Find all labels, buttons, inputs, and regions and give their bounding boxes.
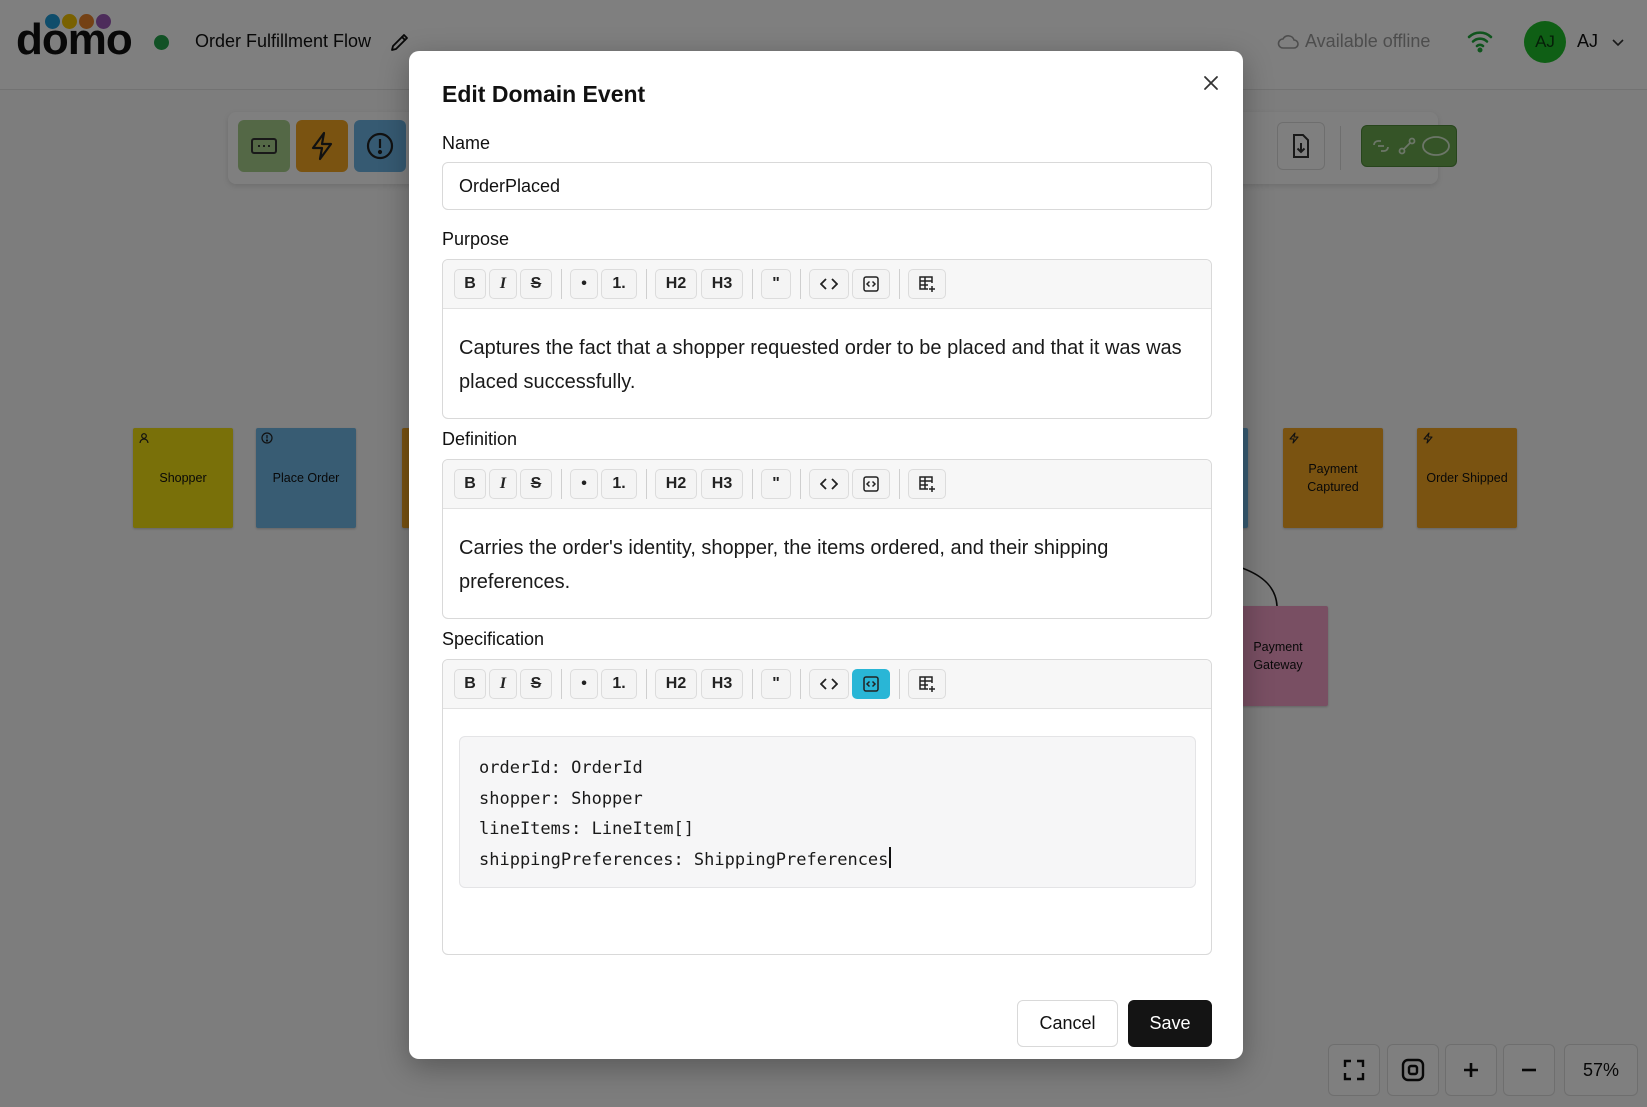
- table-add-icon: [919, 476, 935, 492]
- bold-button[interactable]: B: [454, 269, 486, 299]
- code-block-icon: [863, 676, 879, 692]
- italic-button[interactable]: I: [489, 469, 517, 499]
- strikethrough-button[interactable]: S: [520, 269, 552, 299]
- definition-label: Definition: [442, 429, 518, 449]
- code-line: orderId: OrderId: [479, 758, 643, 778]
- code-block-button[interactable]: [852, 269, 890, 299]
- edit-domain-event-dialog: Edit Domain Event Name Purpose B I S • 1…: [409, 51, 1243, 1059]
- code-block-icon: [863, 276, 879, 292]
- definition-toolbar: B I S • 1. H2 H3 ": [443, 460, 1211, 509]
- code-icon: [820, 278, 838, 290]
- specification-label: Specification: [442, 629, 545, 649]
- italic-button[interactable]: I: [489, 269, 517, 299]
- quote-button[interactable]: ": [761, 669, 791, 699]
- code-block-button[interactable]: [852, 469, 890, 499]
- bullet-list-button[interactable]: •: [570, 469, 598, 499]
- bullet-list-button[interactable]: •: [570, 269, 598, 299]
- table-add-icon: [919, 276, 935, 292]
- table-add-icon: [919, 676, 935, 692]
- insert-table-button[interactable]: [908, 269, 946, 299]
- bullet-list-button[interactable]: •: [570, 669, 598, 699]
- text-cursor: [889, 846, 892, 868]
- name-input[interactable]: [442, 162, 1212, 210]
- code-line: lineItems: LineItem[]: [479, 819, 694, 839]
- specification-editor: B I S • 1. H2 H3 " orderId: OrderId shopp…: [442, 659, 1212, 955]
- strikethrough-button[interactable]: S: [520, 669, 552, 699]
- ordered-list-button[interactable]: 1.: [601, 669, 637, 699]
- specification-toolbar: B I S • 1. H2 H3 ": [443, 660, 1211, 709]
- heading2-button[interactable]: H2: [655, 469, 697, 499]
- ordered-list-button[interactable]: 1.: [601, 469, 637, 499]
- dialog-title: Edit Domain Event: [442, 81, 646, 107]
- definition-content[interactable]: Carries the order's identity, shopper, t…: [443, 509, 1211, 599]
- save-button[interactable]: Save: [1128, 1000, 1212, 1047]
- heading3-button[interactable]: H3: [701, 269, 743, 299]
- purpose-editor: B I S • 1. H2 H3 " Captures the fact tha…: [442, 259, 1212, 419]
- definition-editor: B I S • 1. H2 H3 " Carries the order's i…: [442, 459, 1212, 619]
- purpose-label: Purpose: [442, 229, 510, 249]
- bold-button[interactable]: B: [454, 669, 486, 699]
- inline-code-button[interactable]: [809, 269, 849, 299]
- quote-button[interactable]: ": [761, 469, 791, 499]
- ordered-list-button[interactable]: 1.: [601, 269, 637, 299]
- code-block-icon: [863, 476, 879, 492]
- purpose-toolbar: B I S • 1. H2 H3 ": [443, 260, 1211, 309]
- heading2-button[interactable]: H2: [655, 669, 697, 699]
- name-label: Name: [442, 133, 491, 153]
- code-block-button-active[interactable]: [852, 669, 890, 699]
- strikethrough-button[interactable]: S: [520, 469, 552, 499]
- cancel-button[interactable]: Cancel: [1017, 1000, 1118, 1047]
- heading2-button[interactable]: H2: [655, 269, 697, 299]
- close-icon: [1204, 76, 1218, 90]
- italic-button[interactable]: I: [489, 669, 517, 699]
- code-icon: [820, 478, 838, 490]
- quote-button[interactable]: ": [761, 269, 791, 299]
- code-line: shopper: Shopper: [479, 788, 643, 809]
- specification-code-block[interactable]: orderId: OrderId shopper: Shopper lineItem…: [459, 736, 1196, 888]
- bold-button[interactable]: B: [454, 469, 486, 499]
- insert-table-button[interactable]: [908, 469, 946, 499]
- code-icon: [820, 678, 838, 690]
- inline-code-button[interactable]: [809, 669, 849, 699]
- purpose-content[interactable]: Captures the fact that a shopper request…: [443, 309, 1211, 399]
- code-line: shippingPreferences: ShippingPreferences: [479, 849, 889, 870]
- heading3-button[interactable]: H3: [701, 469, 743, 499]
- inline-code-button[interactable]: [809, 469, 849, 499]
- insert-table-button[interactable]: [908, 669, 946, 699]
- heading3-button[interactable]: H3: [701, 669, 743, 699]
- close-button[interactable]: [1199, 71, 1223, 95]
